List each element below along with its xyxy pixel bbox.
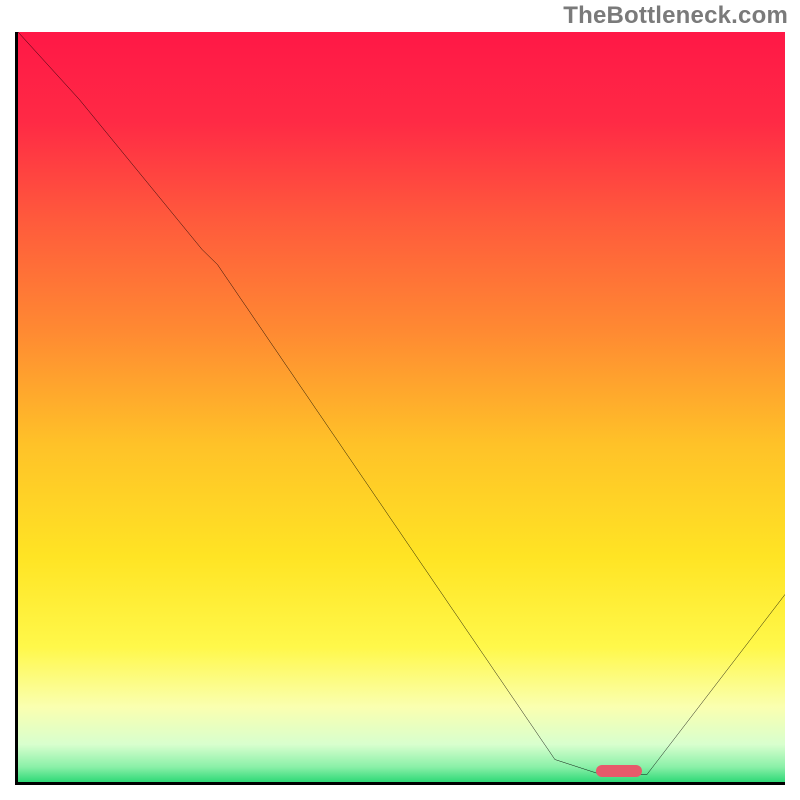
chart-stage: TheBottleneck.com xyxy=(0,0,800,800)
watermark-text: TheBottleneck.com xyxy=(563,2,788,30)
optimal-marker xyxy=(596,765,642,777)
bottleneck-curve xyxy=(18,32,785,782)
plot-frame xyxy=(15,32,785,785)
